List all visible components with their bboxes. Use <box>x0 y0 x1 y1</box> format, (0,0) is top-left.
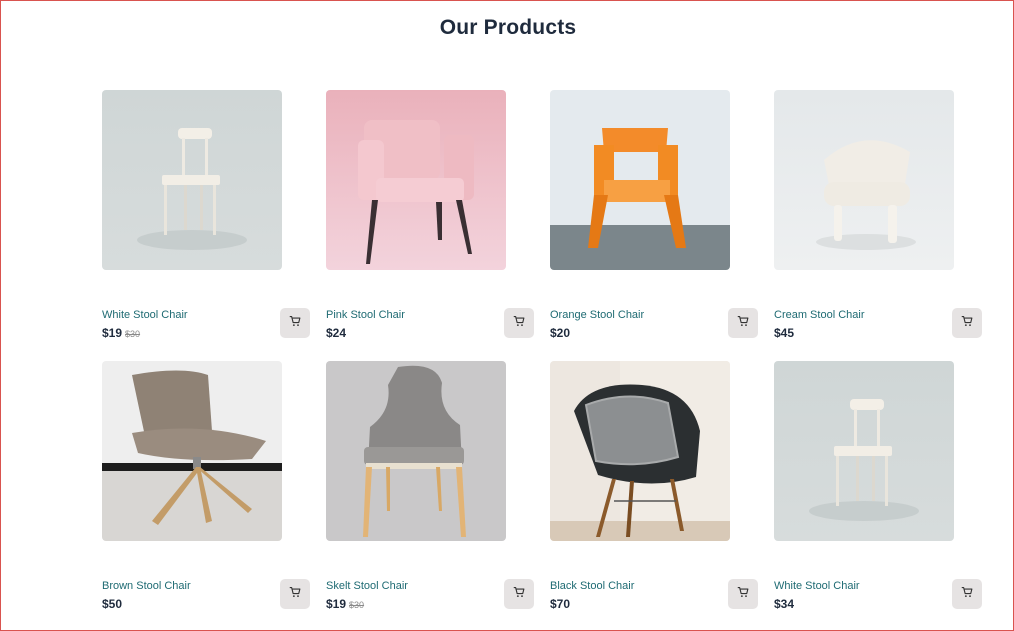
product-price: $70 <box>550 597 570 611</box>
product-image-grey-wingback-chair[interactable] <box>326 361 506 541</box>
product-image-white-bentwood-chair[interactable] <box>102 90 282 270</box>
product-name[interactable]: Skelt Stool Chair <box>326 580 408 592</box>
cart-icon <box>289 314 301 332</box>
current-price: $50 <box>102 597 123 611</box>
current-price: $34 <box>774 597 795 611</box>
add-to-cart-button[interactable] <box>280 308 310 338</box>
add-to-cart-button[interactable] <box>504 308 534 338</box>
product-image-brown-lounge-chair[interactable] <box>102 361 282 541</box>
product-name[interactable]: Pink Stool Chair <box>326 309 405 321</box>
product-price: $19 $30 <box>102 326 140 340</box>
page-frame: Our Products White Stool Chair $19 $30 P… <box>0 0 1014 631</box>
current-price: $24 <box>326 326 347 340</box>
product-price: $20 <box>550 326 570 340</box>
add-to-cart-button[interactable] <box>280 579 310 609</box>
product-price: $34 <box>774 597 794 611</box>
product-price: $50 <box>102 597 122 611</box>
product-name[interactable]: Black Stool Chair <box>550 580 634 592</box>
cart-icon <box>737 585 749 603</box>
current-price: $19 <box>326 597 347 611</box>
product-image-cream-tufted-chair[interactable] <box>774 90 954 270</box>
product-price: $24 <box>326 326 346 340</box>
product-name[interactable]: White Stool Chair <box>102 309 188 321</box>
page-title: Our Products <box>439 16 577 39</box>
product-name[interactable]: White Stool Chair <box>774 580 860 592</box>
product-image-orange-plastic-chair[interactable] <box>550 90 730 270</box>
current-price: $45 <box>774 326 795 340</box>
cart-icon <box>961 585 973 603</box>
product-price: $45 <box>774 326 794 340</box>
cart-icon <box>513 314 525 332</box>
add-to-cart-button[interactable] <box>952 308 982 338</box>
add-to-cart-button[interactable] <box>504 579 534 609</box>
current-price: $70 <box>550 597 571 611</box>
cart-icon <box>961 314 973 332</box>
product-name[interactable]: Orange Stool Chair <box>550 309 644 321</box>
product-image-pink-armchair[interactable] <box>326 90 506 270</box>
cart-icon <box>737 314 749 332</box>
product-name[interactable]: Cream Stool Chair <box>774 309 864 321</box>
cart-icon <box>289 585 301 603</box>
cart-icon <box>513 585 525 603</box>
old-price: $30 <box>349 600 365 610</box>
current-price: $20 <box>550 326 571 340</box>
current-price: $19 <box>102 326 123 340</box>
add-to-cart-button[interactable] <box>728 308 758 338</box>
product-name[interactable]: Brown Stool Chair <box>102 580 191 592</box>
add-to-cart-button[interactable] <box>952 579 982 609</box>
product-image-white-bentwood-chair[interactable] <box>774 361 954 541</box>
add-to-cart-button[interactable] <box>728 579 758 609</box>
product-price: $19 $30 <box>326 597 364 611</box>
old-price: $30 <box>125 329 141 339</box>
product-image-black-shell-chair[interactable] <box>550 361 730 541</box>
